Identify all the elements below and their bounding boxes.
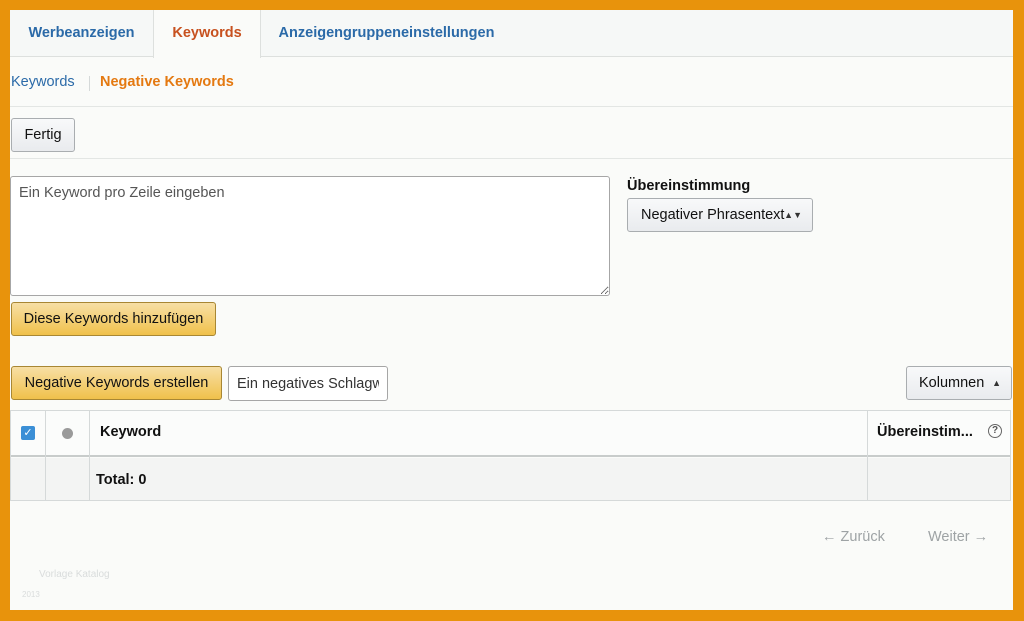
sub-navigation: Keywords Negative Keywords: [10, 57, 1013, 107]
select-arrows-icon: ▲▼: [784, 210, 802, 220]
pager-next-link[interactable]: Weiter →: [928, 529, 988, 545]
match-type-select[interactable]: Negativer Phrasentext ▲▼: [627, 198, 813, 232]
add-keywords-button[interactable]: Diese Keywords hinzufügen: [11, 302, 216, 336]
keyword-textarea[interactable]: [10, 176, 610, 296]
columns-button-label: Kolumnen: [919, 375, 985, 391]
column-divider: [45, 411, 46, 500]
pager-previous-link[interactable]: ← Zurück: [822, 529, 885, 545]
top-tab-bar: Werbeanzeigen Keywords Anzeigengruppenei…: [10, 10, 1013, 58]
table-total-row: Total: 0: [11, 458, 1010, 500]
subnav-keywords-link[interactable]: Keywords: [11, 74, 75, 90]
column-divider: [867, 411, 868, 500]
subnav-negative-keywords-link[interactable]: Negative Keywords: [100, 74, 234, 90]
action-row: Fertig: [10, 107, 1013, 159]
done-button[interactable]: Fertig: [11, 118, 75, 152]
tab-anzeigengruppeneinstellungen[interactable]: Anzeigengruppeneinstellungen: [261, 10, 512, 57]
subnav-divider: [89, 76, 90, 91]
columns-button[interactable]: Kolumnen ▲: [906, 366, 1012, 400]
watermark-text: 2013: [22, 590, 40, 599]
tab-keywords[interactable]: Keywords: [153, 10, 261, 58]
column-header-match[interactable]: Übereinstim...: [877, 424, 973, 440]
column-divider: [89, 411, 90, 500]
tab-werbeanzeigen[interactable]: Werbeanzeigen: [10, 10, 153, 57]
total-label: Total: 0: [96, 472, 147, 488]
negative-keyword-search-input[interactable]: [228, 366, 388, 401]
column-header-keyword[interactable]: Keyword: [100, 424, 161, 440]
help-icon[interactable]: ?: [988, 424, 1002, 438]
app-frame: Werbeanzeigen Keywords Anzeigengruppenei…: [10, 10, 1013, 610]
match-type-selected-value: Negativer Phrasentext: [641, 207, 785, 223]
negative-keywords-table: ✓ Keyword Übereinstim... ? Total: 0: [10, 410, 1011, 501]
table-header-row: ✓ Keyword Übereinstim... ?: [11, 411, 1010, 457]
select-all-checkbox[interactable]: ✓: [21, 426, 35, 440]
match-type-label: Übereinstimmung: [627, 178, 751, 194]
status-dot-icon: [62, 428, 73, 439]
select-arrows-icon: ▲: [992, 378, 1001, 388]
create-negative-keywords-button[interactable]: Negative Keywords erstellen: [11, 366, 222, 400]
watermark-text: Vorlage Katalog: [39, 569, 110, 580]
